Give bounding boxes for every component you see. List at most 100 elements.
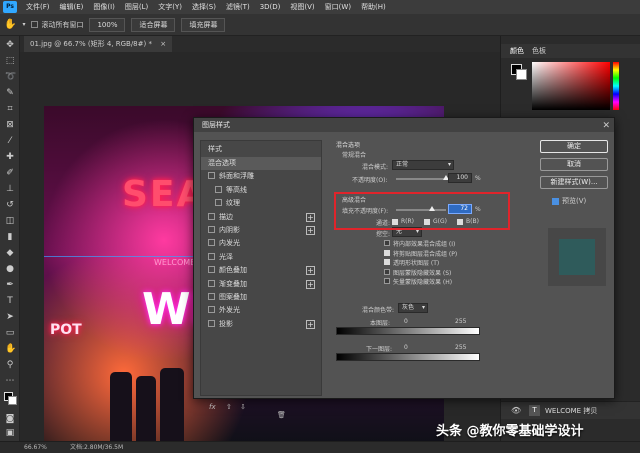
trash-icon[interactable]: 🗑: [277, 411, 286, 419]
style-item[interactable]: 外发光: [201, 304, 321, 317]
style-checkbox[interactable]: [208, 172, 215, 180]
tab-swatches[interactable]: 色板: [527, 44, 551, 58]
advanced-option-checkbox[interactable]: [384, 278, 390, 284]
menu-image[interactable]: 图像(I): [88, 2, 120, 12]
style-checkbox[interactable]: [208, 226, 215, 233]
style-item[interactable]: 投影 +: [201, 318, 321, 331]
eyedropper-tool-icon[interactable]: ⁄: [5, 136, 15, 146]
blend-if-select[interactable]: 灰色 ▾: [398, 303, 428, 313]
scroll-all-checkbox[interactable]: [31, 21, 39, 28]
advanced-option-checkbox[interactable]: [384, 259, 390, 265]
quick-select-tool-icon[interactable]: ✎: [5, 88, 15, 98]
blend-mode-select[interactable]: 正常 ▾: [392, 160, 454, 170]
underlying-gradient[interactable]: [336, 353, 480, 361]
style-item[interactable]: 斜面和浮雕: [201, 170, 321, 183]
color-picker-field[interactable]: [532, 62, 610, 110]
menu-type[interactable]: 文字(Y): [153, 2, 187, 12]
healing-tool-icon[interactable]: ✚: [5, 152, 15, 162]
style-item[interactable]: 光泽: [201, 251, 321, 264]
style-item[interactable]: 图案叠加: [201, 291, 321, 304]
close-icon[interactable]: ✕: [602, 119, 610, 133]
more-tools-icon[interactable]: ⋯: [5, 376, 15, 386]
visibility-eye-icon[interactable]: 👁: [511, 406, 521, 415]
style-item[interactable]: 等高线: [201, 184, 321, 197]
zoom-100-button[interactable]: 100%: [89, 17, 126, 32]
preview-option[interactable]: 预览(V): [552, 196, 586, 206]
style-checkbox[interactable]: [208, 252, 215, 260]
style-checkbox[interactable]: [208, 266, 215, 274]
menu-file[interactable]: 文件(F): [21, 2, 55, 12]
menu-window[interactable]: 窗口(W): [320, 2, 356, 12]
preview-checkbox[interactable]: [552, 197, 559, 205]
style-checkbox[interactable]: [208, 212, 215, 220]
menu-filter[interactable]: 滤镜(T): [221, 2, 255, 12]
move-up-icon[interactable]: ⇧: [226, 403, 232, 411]
style-item[interactable]: 内阴影 +: [201, 224, 321, 237]
style-checkbox[interactable]: [208, 239, 215, 247]
marquee-tool-icon[interactable]: ⬚: [5, 56, 15, 66]
document-tab[interactable]: 01.jpg @ 66.7% (矩形 4, RGB/8#) * ×: [24, 36, 173, 52]
advanced-option-checkbox[interactable]: [384, 240, 390, 246]
scroll-all-windows-option[interactable]: 滚动所有窗口: [31, 20, 83, 30]
fx-icon[interactable]: fx: [209, 403, 216, 411]
menu-3d[interactable]: 3D(D): [255, 3, 286, 11]
history-brush-icon[interactable]: ↺: [5, 200, 15, 210]
cancel-button[interactable]: 取消: [540, 158, 608, 171]
menu-select[interactable]: 选择(S): [187, 2, 221, 12]
style-item[interactable]: 混合选项: [201, 157, 321, 170]
menu-layer[interactable]: 图层(L): [120, 2, 153, 12]
style-checkbox[interactable]: [208, 319, 215, 327]
crop-tool-icon[interactable]: ⌗: [5, 104, 15, 114]
gradient-tool-icon[interactable]: ▮: [5, 232, 15, 242]
panel-background-swatch[interactable]: [516, 69, 527, 80]
style-item[interactable]: 渐变叠加 +: [201, 278, 321, 291]
quick-mask-icon[interactable]: ◙: [5, 414, 15, 424]
frame-tool-icon[interactable]: ⊠: [5, 120, 15, 130]
lasso-tool-icon[interactable]: ➰: [5, 72, 16, 82]
hue-slider[interactable]: [613, 62, 619, 110]
advanced-option-checkbox[interactable]: [384, 268, 390, 275]
rectangle-tool-icon[interactable]: ▭: [5, 328, 15, 338]
screen-mode-icon[interactable]: ▣: [5, 428, 15, 438]
style-checkbox[interactable]: [215, 199, 222, 207]
close-tab-icon[interactable]: ×: [160, 40, 166, 48]
brush-tool-icon[interactable]: ✐: [5, 168, 15, 178]
add-style-icon[interactable]: +: [306, 279, 315, 289]
add-style-icon[interactable]: +: [306, 212, 315, 222]
style-checkbox[interactable]: [208, 293, 215, 300]
hand-tool-icon[interactable]: ✋: [4, 19, 16, 30]
dialog-title-bar[interactable]: 图层样式 ✕: [194, 118, 614, 132]
style-checkbox[interactable]: [215, 185, 222, 193]
tab-color[interactable]: 颜色: [505, 44, 529, 58]
opacity-input[interactable]: 100: [448, 173, 472, 183]
style-item[interactable]: 颜色叠加 +: [201, 264, 321, 277]
layer-row[interactable]: 👁 T WELCOME 拷贝: [501, 401, 640, 419]
menu-view[interactable]: 视图(V): [285, 2, 319, 12]
menu-edit[interactable]: 编辑(E): [55, 2, 89, 12]
blur-tool-icon[interactable]: ◆: [5, 248, 15, 258]
fit-screen-button[interactable]: 适合屏幕: [131, 17, 176, 32]
dropdown-arrow-icon[interactable]: ▾: [22, 21, 25, 28]
background-color-swatch[interactable]: [8, 396, 17, 405]
menu-help[interactable]: 帮助(H): [356, 2, 391, 12]
move-down-icon[interactable]: ⇩: [240, 403, 246, 411]
zoom-tool-icon[interactable]: ⚲: [5, 360, 15, 370]
add-style-icon[interactable]: +: [306, 266, 315, 276]
stamp-tool-icon[interactable]: ⊥: [5, 184, 15, 194]
style-item[interactable]: 内发光: [201, 237, 321, 250]
dodge-tool-icon[interactable]: ●: [5, 264, 15, 274]
style-checkbox[interactable]: [208, 279, 215, 287]
hand-tool-panel-icon[interactable]: ✋: [5, 344, 16, 354]
style-checkbox[interactable]: [208, 306, 215, 314]
move-tool-icon[interactable]: ✥: [5, 40, 15, 50]
pen-tool-icon[interactable]: ✒: [5, 280, 15, 290]
new-style-button[interactable]: 新建样式(W)...: [540, 176, 608, 189]
add-style-icon[interactable]: +: [306, 226, 315, 235]
path-select-tool-icon[interactable]: ➤: [5, 312, 15, 322]
advanced-option-checkbox[interactable]: [384, 249, 390, 256]
style-item[interactable]: 描边 +: [201, 211, 321, 224]
opacity-slider[interactable]: [396, 178, 446, 180]
this-layer-gradient[interactable]: [336, 327, 480, 335]
eraser-tool-icon[interactable]: ◫: [5, 216, 15, 226]
add-style-icon[interactable]: +: [306, 319, 315, 329]
